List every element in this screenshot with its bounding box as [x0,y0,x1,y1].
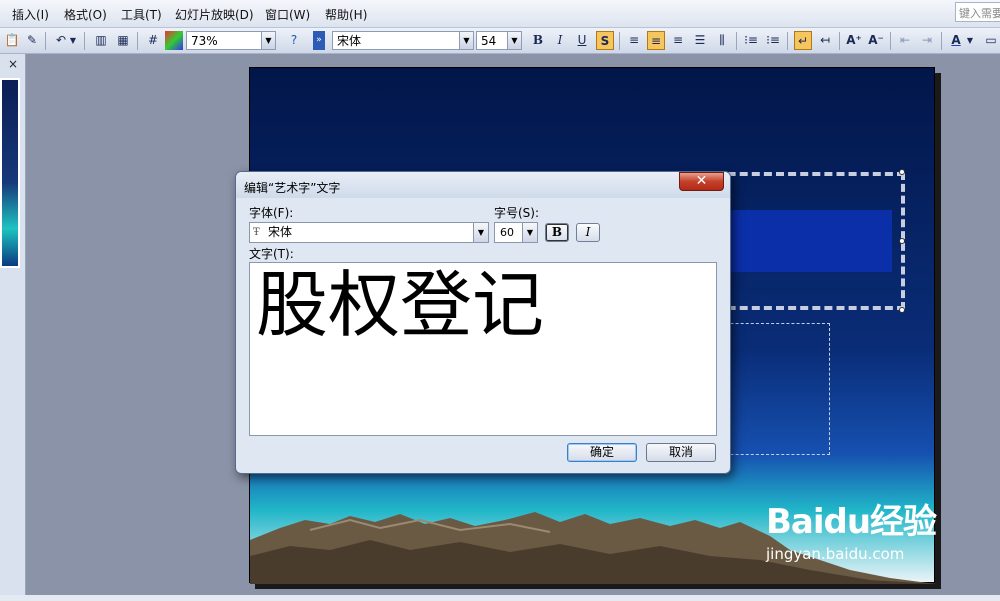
increase-indent-icon[interactable]: ⇥ [918,31,936,50]
chevron-down-icon[interactable]: ▼ [261,32,275,49]
paste-icon[interactable]: 📋 [3,31,21,50]
font-size-select[interactable]: 54 ▼ [476,31,522,50]
justify-icon[interactable]: ☰ [691,31,709,50]
menu-insert[interactable]: 插入(I) [12,6,49,23]
menu-bar: 插入(I) 格式(O) 工具(T) 幻灯片放映(D) 窗口(W) 帮助(H) 键… [0,0,1000,28]
chevron-down-icon[interactable]: ▼ [522,223,537,242]
dialog-titlebar[interactable]: 编辑“艺术字”文字 ✕ [236,172,730,198]
distribute-icon[interactable]: ⫼ [713,31,731,50]
resize-handle[interactable] [899,238,905,244]
format-painter-icon[interactable]: ✎ [23,31,41,50]
toolbar: 📋 ✎ ↶ ▼ ▥ ▦ # 73% ▼ ? » 宋体 ▼ 54 ▼ B I U … [0,28,1000,54]
font-label: 字体(F): [249,206,294,220]
decrease-font-icon[interactable]: A⁻ [867,31,885,50]
chevron-down-icon[interactable]: ▼ [507,32,521,49]
shadow-button[interactable]: S [596,31,614,50]
italic-toggle[interactable]: I [576,223,600,242]
watermark-url: jingyan.baidu.com [766,545,905,563]
align-center-icon[interactable]: ≡ [647,31,665,50]
insert-table-icon[interactable]: ▦ [114,31,132,50]
color-grayscale-icon[interactable] [165,31,183,50]
chevron-down-icon[interactable]: ▼ [459,32,473,49]
undo-dropdown-icon[interactable]: ▼ [68,31,78,50]
font-select-value: 宋体 [268,225,293,239]
toolbar-separator [941,32,942,50]
wordart-text-input[interactable]: 股权登记 [249,262,717,436]
status-bar [0,595,1000,601]
resize-handle[interactable] [899,307,905,313]
toolbar-separator [137,32,138,50]
cancel-button[interactable]: 取消 [646,443,716,462]
bullets-icon[interactable]: ⁝≡ [764,31,782,50]
help-search-input[interactable]: 键入需要 [955,2,1000,22]
slides-pane: × [0,54,26,601]
bold-button[interactable]: B [529,31,547,50]
toolbar-separator [45,32,46,50]
zoom-select[interactable]: 73% ▼ [186,31,276,50]
toolbar-separator [787,32,788,50]
close-button[interactable]: ✕ [679,172,724,191]
numbering-icon[interactable]: ⁝≡ [742,31,760,50]
slide-thumbnail[interactable] [0,78,20,268]
truetype-icon: Ŧ [253,227,260,238]
help-icon[interactable]: ? [285,31,303,50]
toolbar-options-icon[interactable]: » [313,31,325,50]
menu-format[interactable]: 格式(O) [64,6,107,23]
toolbar-separator [890,32,891,50]
size-select-value: 60 [500,226,514,239]
font-size-value: 54 [481,34,497,48]
dialog-title: 编辑“艺术字”文字 [244,181,341,195]
close-icon[interactable]: × [8,57,18,71]
size-select[interactable]: 60 ▼ [494,222,538,243]
font-name-value: 宋体 [337,34,362,48]
italic-button[interactable]: I [551,31,569,50]
decrease-indent-icon[interactable]: ⇤ [896,31,914,50]
insert-chart-icon[interactable]: ▥ [92,31,110,50]
text-direction-icon[interactable]: ↵ [794,31,812,50]
increase-font-icon[interactable]: A⁺ [845,31,863,50]
align-right-icon[interactable]: ≡ [669,31,687,50]
menu-window[interactable]: 窗口(W) [265,6,310,23]
ok-button[interactable]: 确定 [567,443,637,462]
watermark-logo: Baidu经验 [766,502,937,542]
paragraph-icon[interactable]: ↤ [816,31,834,50]
resize-handle[interactable] [899,169,905,175]
toolbar-separator [84,32,85,50]
edit-wordart-dialog: 编辑“艺术字”文字 ✕ 字体(F): 字号(S): Ŧ 宋体 ▼ 60 ▼ B … [235,171,731,474]
underline-button[interactable]: U [573,31,591,50]
grid-icon[interactable]: # [144,31,162,50]
font-color-dropdown-icon[interactable]: ▼ [965,31,975,50]
zoom-value: 73% [191,34,218,48]
toolbar-separator [736,32,737,50]
toolbar-separator [619,32,620,50]
menu-slideshow[interactable]: 幻灯片放映(D) [175,6,254,23]
size-label: 字号(S): [494,206,540,220]
chevron-down-icon[interactable]: ▼ [473,223,488,242]
align-left-icon[interactable]: ≡ [625,31,643,50]
font-color-icon[interactable]: A [947,31,965,50]
font-select[interactable]: Ŧ 宋体 ▼ [249,222,489,243]
font-name-select[interactable]: 宋体 ▼ [332,31,474,50]
toolbar-separator [839,32,840,50]
text-label: 文字(T): [249,247,294,261]
bold-toggle[interactable]: B [545,223,569,242]
menu-help[interactable]: 帮助(H) [325,6,367,23]
design-icon[interactable]: ▭ [982,31,1000,50]
menu-tools[interactable]: 工具(T) [121,6,162,23]
baidu-watermark: Baidu经验 jingyan.baidu.com [766,494,937,563]
